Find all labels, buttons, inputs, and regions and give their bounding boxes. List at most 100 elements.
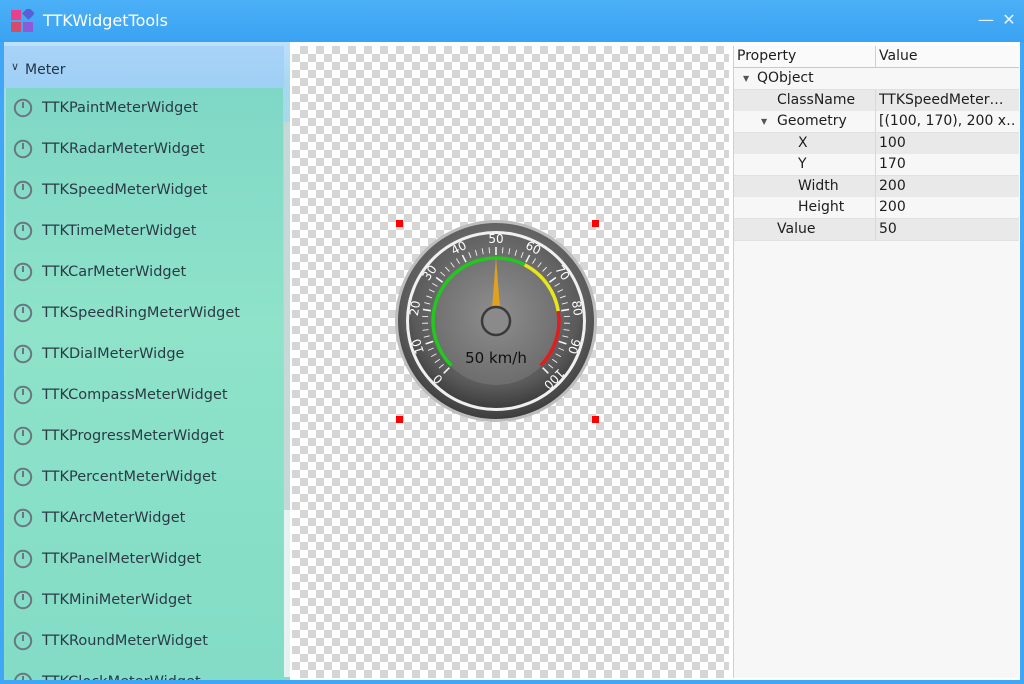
- gauge-minor-tick: [488, 247, 491, 254]
- value-column-header[interactable]: Value: [879, 48, 917, 64]
- window-title: TTKWidgetTools: [43, 11, 168, 30]
- row-divider: [875, 154, 876, 175]
- list-item[interactable]: TTKCarMeterWidget: [6, 252, 283, 293]
- list-item-label: TTKPaintMeterWidget: [42, 100, 198, 116]
- widget-sidebar: ∨ Meter TTKPaintMeterWidget TTKRadarMeter…: [4, 42, 290, 680]
- property-name: Width: [798, 177, 839, 194]
- list-item[interactable]: TTKMiniMeterWidget: [6, 580, 283, 621]
- row-divider: [875, 197, 876, 218]
- main-window: ∨ Meter TTKPaintMeterWidget TTKRadarMeter…: [4, 42, 1020, 680]
- list-item[interactable]: TTKDialMeterWidge: [6, 334, 283, 375]
- list-item[interactable]: TTKProgressMeterWidget: [6, 416, 283, 457]
- list-item-label: TTKPercentMeterWidget: [42, 469, 217, 485]
- property-value[interactable]: 200: [879, 178, 1017, 194]
- meter-icon: [13, 344, 33, 364]
- list-item-label: TTKMiniMeterWidget: [42, 592, 192, 608]
- expand-arrow-icon[interactable]: ▼: [743, 74, 749, 83]
- meter-icon: [13, 139, 33, 159]
- list-item-label: TTKArcMeterWidget: [42, 510, 186, 526]
- gauge-tick-label: 50: [488, 232, 503, 246]
- property-row-y[interactable]: Y 170: [734, 154, 1019, 176]
- column-divider[interactable]: [875, 46, 876, 67]
- scrollbar-thumb[interactable]: [284, 122, 290, 510]
- meter-icon: [13, 426, 33, 446]
- list-item-label: TTKCarMeterWidget: [42, 264, 187, 280]
- row-divider: [875, 89, 876, 111]
- meter-icon: [13, 590, 33, 610]
- property-value[interactable]: TTKSpeedMeter…: [879, 92, 1017, 108]
- gauge-minor-tick: [501, 247, 504, 254]
- list-item[interactable]: TTKArcMeterWidget: [6, 498, 283, 539]
- property-name: X: [798, 134, 808, 151]
- property-table-header: Property Value: [734, 46, 1019, 68]
- property-name: Geometry: [777, 113, 847, 129]
- meter-icon: [13, 467, 33, 487]
- row-divider: [875, 132, 876, 154]
- list-item-label: TTKRoundMeterWidget: [42, 633, 208, 649]
- list-item-label: TTKCompassMeterWidget: [42, 387, 228, 403]
- speed-meter-gauge[interactable]: 010203040 50 60708090100 50 km/h: [394, 218, 598, 424]
- list-item-label: TTKSpeedMeterWidget: [42, 182, 208, 198]
- list-item-label: TTKClockMeterWidget: [42, 674, 201, 680]
- meter-icon: [13, 508, 33, 528]
- row-divider: [875, 175, 876, 197]
- list-item[interactable]: TTKPanelMeterWidget: [6, 539, 283, 580]
- property-row-qobject[interactable]: ▼ QObject: [734, 68, 1019, 90]
- meter-icon: [13, 221, 33, 241]
- meter-icon: [13, 98, 33, 118]
- gauge-value-text: 50 km/h: [465, 349, 527, 367]
- list-item-label: TTKPanelMeterWidget: [42, 551, 202, 567]
- widget-list: TTKPaintMeterWidget TTKRadarMeterWidget TT…: [6, 88, 283, 680]
- meter-icon: [13, 385, 33, 405]
- list-item-label: TTKTimeMeterWidget: [42, 223, 197, 239]
- property-value[interactable]: 200: [879, 199, 1017, 215]
- meter-icon: [13, 303, 33, 323]
- property-row-x[interactable]: X 100: [734, 132, 1019, 155]
- gauge-tick-label: 80: [569, 300, 585, 317]
- list-item[interactable]: TTKPercentMeterWidget: [6, 457, 283, 498]
- gauge-center-cap: [480, 305, 512, 337]
- list-item[interactable]: TTKPaintMeterWidget: [6, 88, 283, 129]
- list-item-label: TTKProgressMeterWidget: [42, 428, 224, 444]
- property-row-classname[interactable]: ClassName TTKSpeedMeter…: [734, 89, 1019, 112]
- property-value[interactable]: 100: [879, 135, 1017, 151]
- property-row-geometry[interactable]: ▼ Geometry [(100, 170), 200 x…: [734, 111, 1019, 133]
- group-header-meter[interactable]: ∨ Meter: [4, 46, 284, 88]
- list-item[interactable]: TTKSpeedRingMeterWidget: [6, 293, 283, 334]
- list-item-label: TTKSpeedRingMeterWidget: [42, 305, 240, 321]
- meter-icon: [14, 672, 32, 680]
- gauge-tick-label: 20: [407, 300, 423, 317]
- meter-icon: [13, 549, 33, 569]
- list-item[interactable]: TTKSpeedMeterWidget: [6, 170, 283, 211]
- list-item[interactable]: TTKCompassMeterWidget: [6, 375, 283, 416]
- list-item[interactable]: TTKClockMeterWidget: [6, 662, 283, 680]
- property-row-value[interactable]: Value 50: [734, 218, 1019, 241]
- close-icon[interactable]: ✕: [999, 10, 1019, 30]
- expand-arrow-icon[interactable]: ▼: [761, 117, 767, 126]
- property-value[interactable]: 170: [879, 156, 1017, 172]
- row-divider: [875, 111, 876, 132]
- property-name: ClassName: [777, 91, 856, 108]
- list-item-label: TTKDialMeterWidge: [42, 346, 185, 362]
- property-value[interactable]: [(100, 170), 200 x…: [879, 113, 1017, 129]
- property-column-header[interactable]: Property: [737, 48, 796, 64]
- group-label: Meter: [25, 62, 66, 78]
- meter-icon: [13, 631, 33, 651]
- list-item[interactable]: TTKTimeMeterWidget: [6, 211, 283, 252]
- chevron-down-icon[interactable]: ∨: [11, 60, 19, 73]
- property-name: Y: [798, 156, 807, 172]
- minimize-icon[interactable]: —: [976, 10, 996, 30]
- list-item-label: TTKRadarMeterWidget: [42, 141, 205, 157]
- meter-icon: [13, 262, 33, 282]
- list-item[interactable]: TTKRoundMeterWidget: [6, 621, 283, 662]
- property-name: Height: [798, 199, 845, 215]
- title-bar: TTKWidgetTools — ✕: [0, 0, 1024, 42]
- property-value[interactable]: 50: [879, 221, 1017, 237]
- property-name: QObject: [757, 70, 814, 86]
- list-item[interactable]: TTKRadarMeterWidget: [6, 129, 283, 170]
- app-logo-icon: [11, 9, 34, 32]
- property-row-width[interactable]: Width 200: [734, 175, 1019, 198]
- property-row-height[interactable]: Height 200: [734, 197, 1019, 219]
- preview-canvas: 0 10 20 30 40 50 60 70 80 90 100 50 km/h: [292, 46, 729, 678]
- meter-icon: [13, 180, 33, 200]
